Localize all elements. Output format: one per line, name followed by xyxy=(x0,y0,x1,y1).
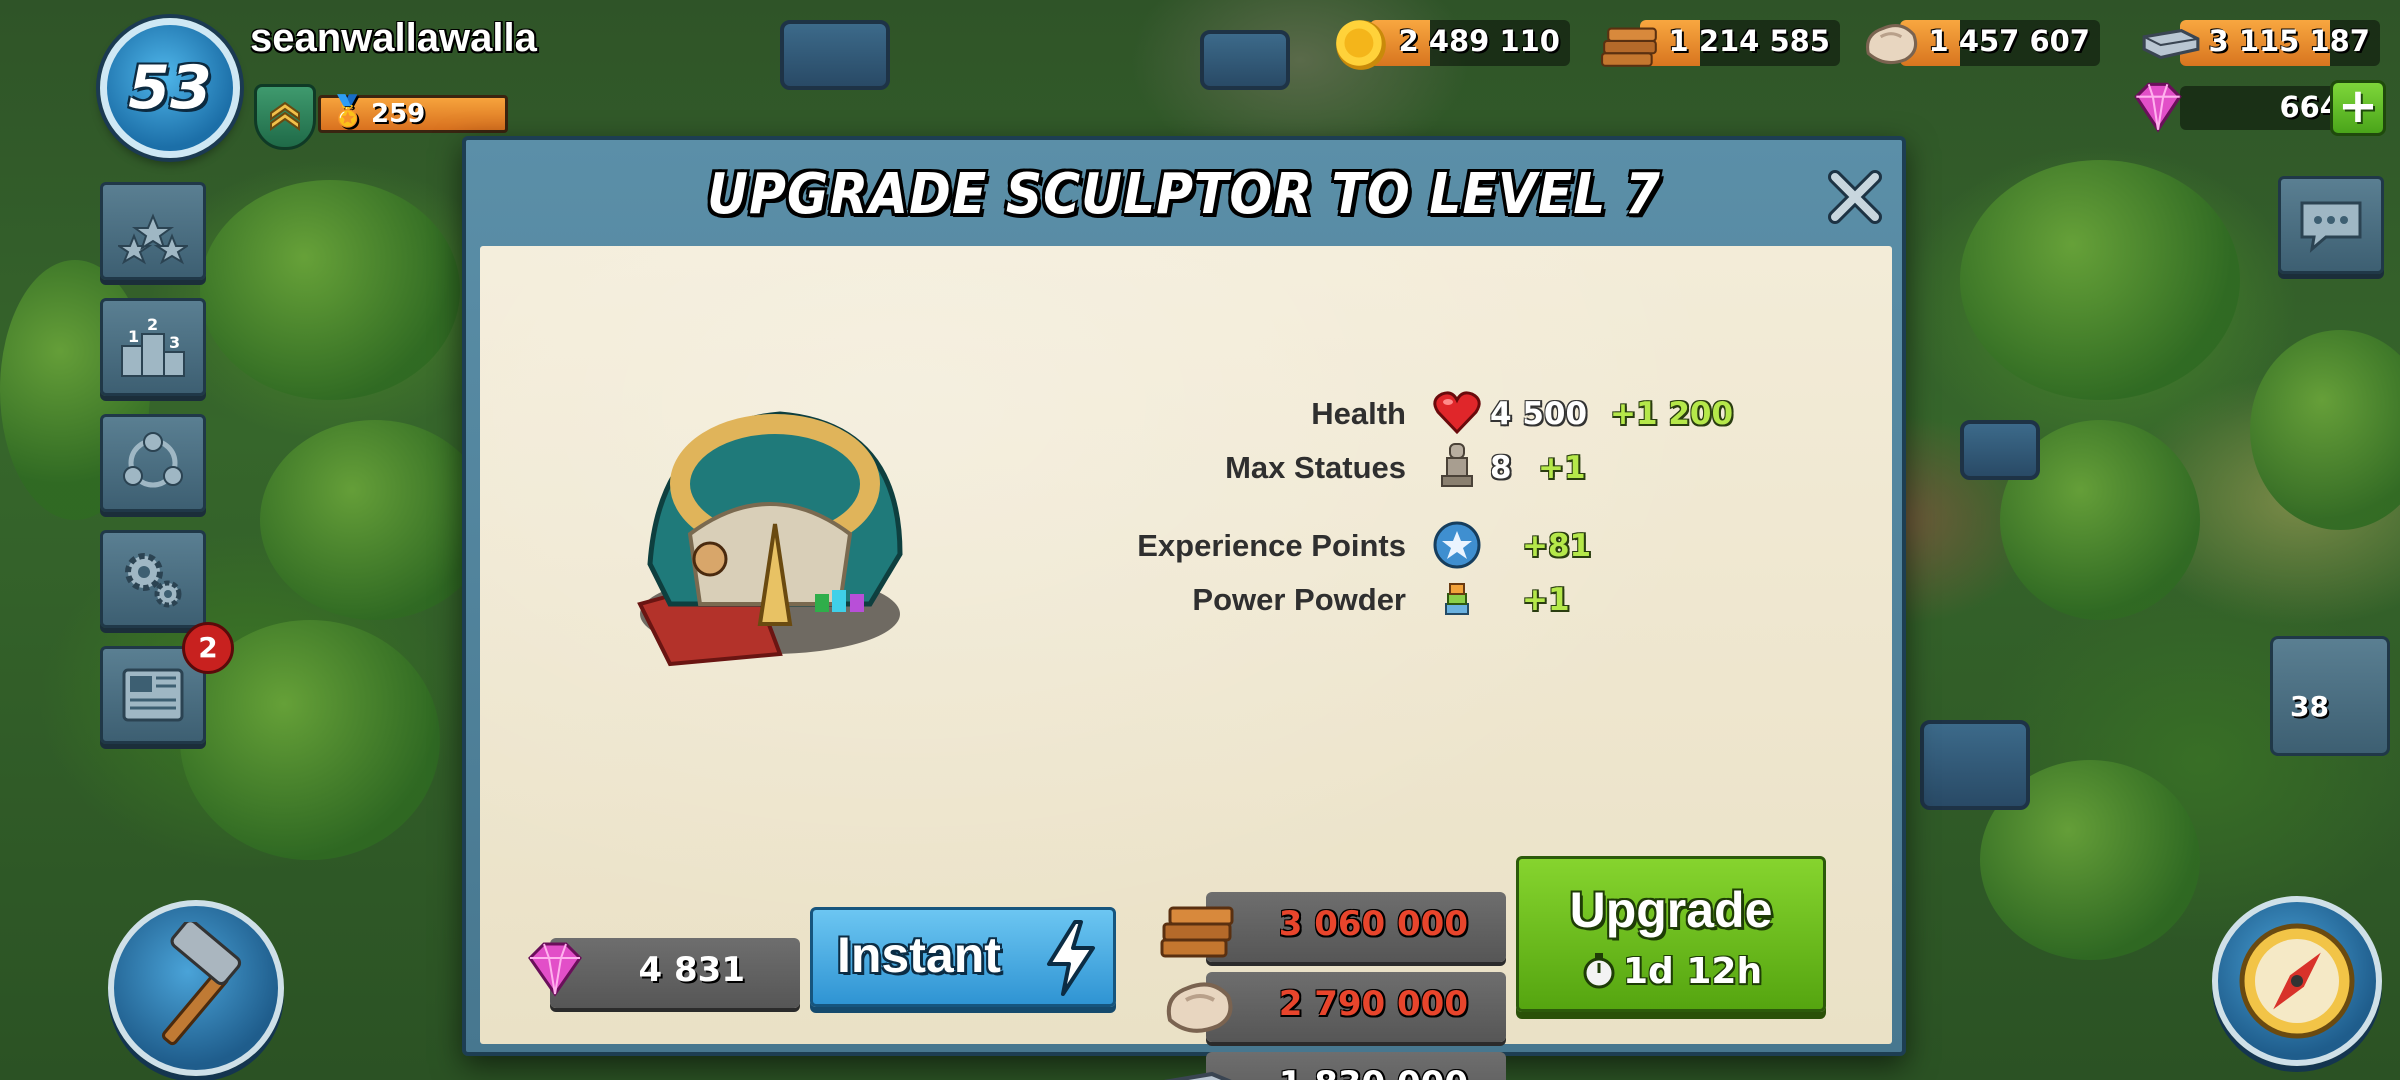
cost-wood: 3 060 000 xyxy=(1160,892,1506,962)
gold-counter[interactable]: 2 489 110 xyxy=(1336,20,1570,70)
team-icon xyxy=(123,432,183,488)
gear-icon xyxy=(125,553,182,608)
builder-count: 38 xyxy=(2290,690,2329,723)
statue-icon xyxy=(1441,443,1473,487)
stat-value-health: 4 500 xyxy=(1490,396,1588,432)
settings-button[interactable] xyxy=(100,530,206,628)
instant-button[interactable]: Instant xyxy=(810,907,1116,1007)
gold-amount: 2 489 110 xyxy=(1398,24,1560,58)
stat-bonus-power-powder: +1 xyxy=(1522,582,1570,618)
buy-gems-button[interactable]: + xyxy=(2330,80,2386,136)
power-powder-icon xyxy=(1445,583,1469,615)
rankings-button[interactable]: 123 xyxy=(100,298,206,396)
stone-icon xyxy=(1866,23,1918,65)
hammer-icon xyxy=(161,922,242,1046)
svg-text:3: 3 xyxy=(169,333,180,352)
iron-counter[interactable]: 3 115 187 xyxy=(2142,20,2380,66)
stopwatch-icon xyxy=(1583,953,1615,989)
stone-counter[interactable]: 1 457 607 xyxy=(1866,20,2100,66)
player-level: 53 xyxy=(128,53,212,123)
newspaper-icon xyxy=(122,668,184,722)
wood-icon xyxy=(1601,27,1657,67)
heart-icon xyxy=(1433,391,1481,435)
upgrade-time: 1d 12h xyxy=(1623,951,1763,992)
medal-icon: 🏅 xyxy=(329,94,367,129)
stat-label-health: Health xyxy=(1311,396,1406,431)
stone-icon xyxy=(1166,982,1233,1033)
gem-icon xyxy=(2134,82,2182,133)
stat-value-max-statues: 8 xyxy=(1490,450,1512,486)
map-compass-button[interactable] xyxy=(2212,896,2382,1066)
cost-stone: 2 790 000 xyxy=(1166,972,1506,1042)
wood-icon xyxy=(1160,906,1234,958)
upgrade-time-row: 1d 12h xyxy=(1519,951,1823,992)
leaderboard-stars-button[interactable] xyxy=(100,182,206,280)
instant-gem-cost: 4 831 xyxy=(528,938,800,1008)
upgrade-button[interactable]: Upgrade 1d 12h xyxy=(1516,856,1826,1012)
cost-iron-value: 1 830 000 xyxy=(1279,1064,1468,1080)
chat-bubble-icon xyxy=(2300,201,2362,253)
svg-text:2: 2 xyxy=(147,315,158,334)
build-menu-button[interactable] xyxy=(108,900,284,1076)
iron-ingot-icon xyxy=(2142,28,2200,60)
lightning-icon xyxy=(1047,920,1095,996)
stat-bonus-health: +1 200 xyxy=(1610,396,1734,432)
podium-icon: 123 xyxy=(121,315,185,377)
gem-cost-value: 4 831 xyxy=(638,950,745,990)
svg-text:1: 1 xyxy=(128,327,139,346)
medal-count: 259 xyxy=(371,99,426,129)
stat-label-power-powder: Power Powder xyxy=(1192,582,1406,617)
stone-amount: 1 457 607 xyxy=(1928,24,2090,58)
task-force-button[interactable] xyxy=(100,414,206,512)
close-icon xyxy=(1828,170,1882,224)
cost-stone-value: 2 790 000 xyxy=(1278,984,1468,1024)
stat-bonus-experience: +81 xyxy=(1522,528,1592,564)
star-icon xyxy=(1433,521,1481,569)
stars-icon xyxy=(118,213,188,265)
chat-button[interactable] xyxy=(2278,176,2384,274)
sculptor-building-image xyxy=(637,411,903,667)
iron-ingot-icon xyxy=(1163,1071,1232,1080)
news-notification-badge: 2 xyxy=(182,622,234,674)
player-level-badge[interactable]: 53 xyxy=(100,18,240,158)
gem-icon xyxy=(528,942,582,997)
stat-label-max-statues: Max Statues xyxy=(1225,450,1406,485)
upgrade-label: Upgrade xyxy=(1569,882,1773,938)
instant-label: Instant xyxy=(837,927,1001,983)
gold-coin-icon xyxy=(1336,20,1386,70)
rank-shield-icon[interactable] xyxy=(254,84,316,150)
cost-iron: 1 830 000 xyxy=(1163,1052,1506,1080)
cost-wood-value: 3 060 000 xyxy=(1278,904,1468,944)
builders-button[interactable] xyxy=(2270,636,2390,756)
iron-amount: 3 115 187 xyxy=(2208,24,2370,58)
wood-amount: 1 214 585 xyxy=(1668,24,1830,58)
stat-bonus-max-statues: +1 xyxy=(1538,450,1586,486)
compass-icon xyxy=(2239,923,2355,1039)
close-button[interactable] xyxy=(1820,162,1890,232)
wood-counter[interactable]: 1 214 585 xyxy=(1601,20,1840,67)
player-name[interactable]: seanwallawalla xyxy=(250,16,537,61)
medal-counter[interactable]: 🏅 259 xyxy=(318,94,508,133)
stat-label-experience: Experience Points xyxy=(1137,528,1406,563)
dialog-title: UPGRADE SCULPTOR TO LEVEL 7 xyxy=(707,162,1661,227)
